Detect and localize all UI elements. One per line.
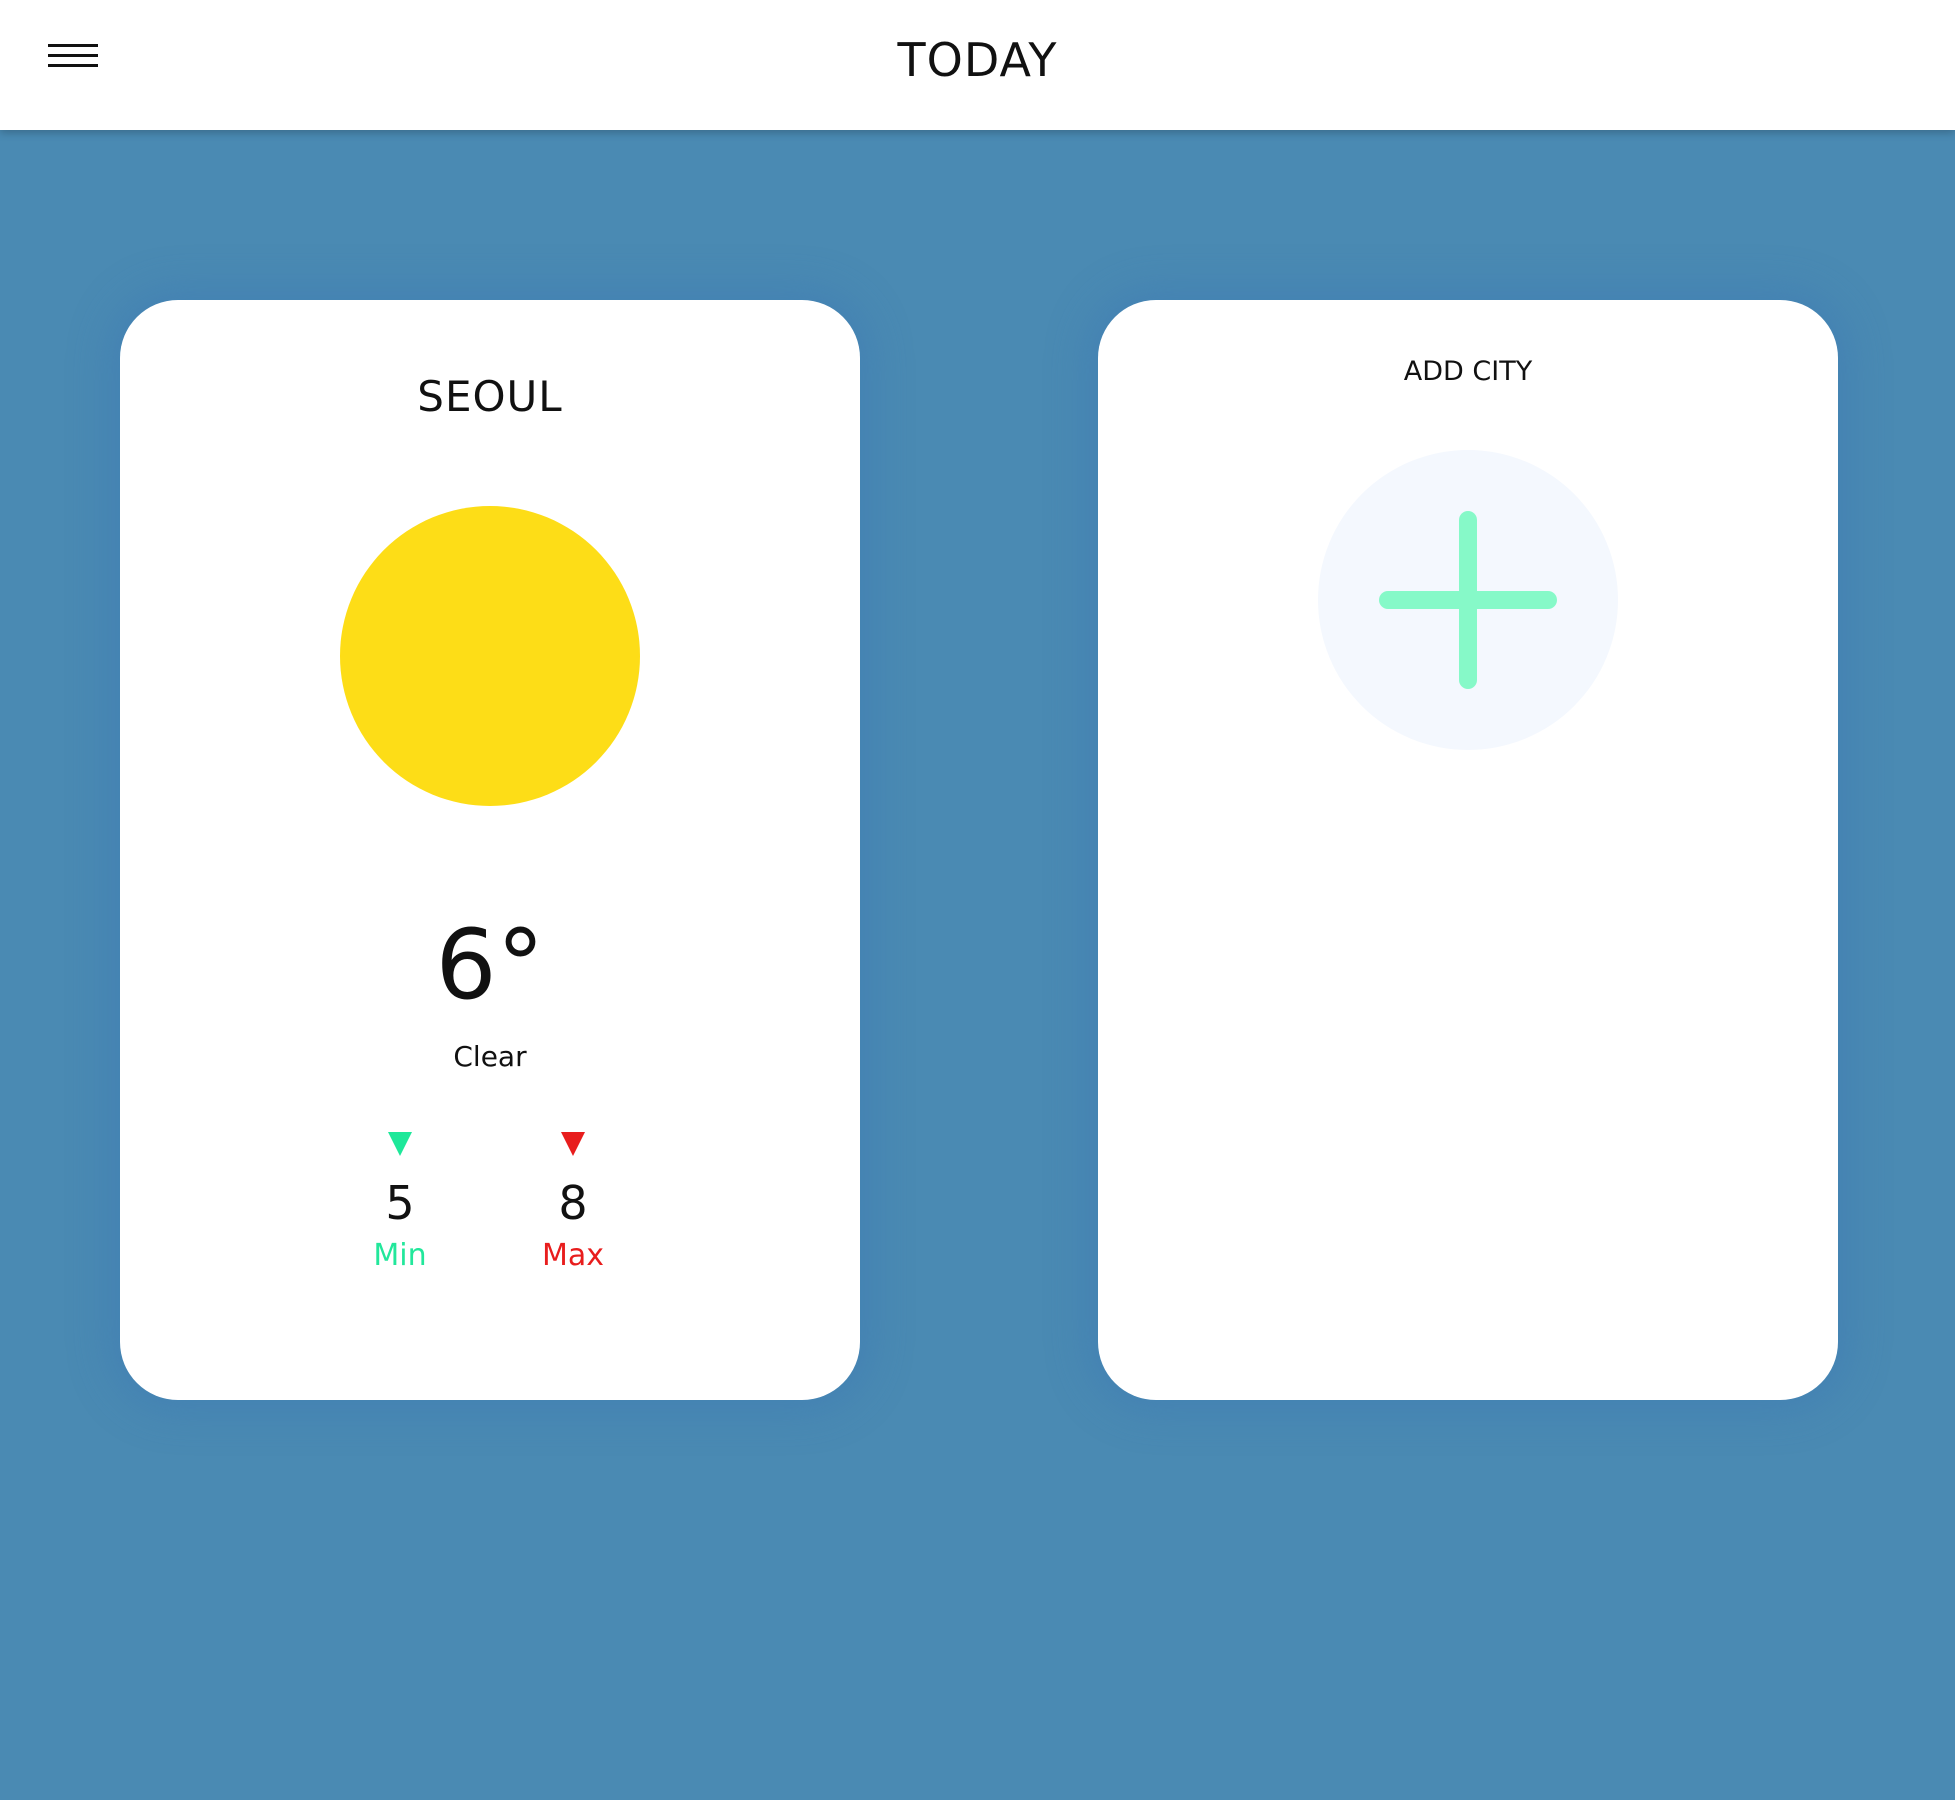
city-name: SEOUL [417,372,563,421]
current-temperature: 6° [435,909,545,1021]
min-temperature: 5 Min [340,1132,460,1274]
add-city-title: ADD CITY [1403,356,1533,387]
min-temperature-label: Min [373,1238,427,1273]
down-triangle-icon [561,1132,585,1156]
down-triangle-icon [388,1132,412,1156]
add-city-card: ADD CITY [1098,300,1838,1400]
max-temperature-label: Max [541,1238,605,1273]
add-city-button[interactable] [1318,450,1618,750]
max-temperature-value: 8 [558,1176,588,1230]
page-title: TODAY [897,33,1058,87]
sun-icon [340,506,640,806]
max-temperature: 8 Max [513,1132,633,1274]
min-temperature-value: 5 [385,1176,415,1230]
top-app-bar: TODAY [0,0,1955,130]
weather-condition: Clear [453,1040,527,1073]
weather-card-seoul[interactable]: SEOUL 6° Clear 5 Min 8 Max [120,300,860,1400]
plus-icon [1379,511,1557,689]
